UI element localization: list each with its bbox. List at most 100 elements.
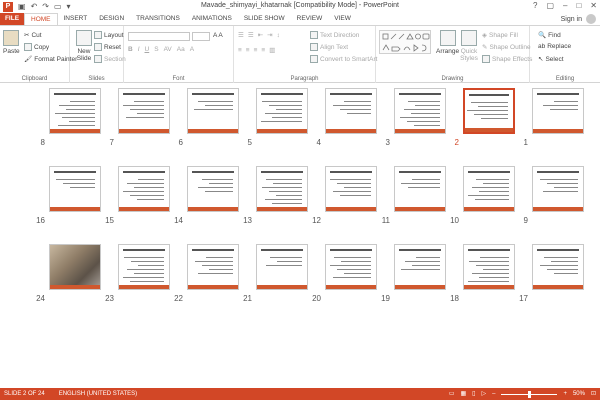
font-name-select[interactable] xyxy=(128,32,190,41)
slide-thumbnail[interactable] xyxy=(532,244,584,290)
quick-styles-button[interactable]: Quick Styles xyxy=(458,30,480,62)
line-spacing-icon[interactable]: ↕ xyxy=(277,32,280,39)
slide-thumbnail[interactable] xyxy=(118,244,170,290)
tab-transitions[interactable]: TRANSITIONS xyxy=(130,13,186,25)
slide-title-placeholder xyxy=(192,93,234,95)
align-text-button[interactable]: Align Text xyxy=(310,43,348,51)
proofing-language[interactable]: ENGLISH (UNITED STATES) xyxy=(59,388,137,400)
slide-thumbnail[interactable] xyxy=(187,166,239,212)
slide-text-line xyxy=(333,277,371,278)
italic-icon[interactable]: I xyxy=(138,46,140,53)
slide-thumbnail[interactable] xyxy=(187,88,239,134)
paste-button[interactable]: Paste xyxy=(3,30,20,55)
minimize-icon[interactable]: – xyxy=(563,1,567,10)
convert-smartart-button[interactable]: Convert to SmartArt xyxy=(310,55,377,63)
close-icon[interactable]: ✕ xyxy=(590,1,597,10)
char-spacing-icon[interactable]: AV xyxy=(164,46,172,53)
normal-view-icon[interactable]: ▭ xyxy=(449,388,455,400)
new-slide-button[interactable]: New Slide xyxy=(73,30,95,62)
slide-text-line xyxy=(134,101,164,102)
font-color-icon[interactable]: A xyxy=(190,46,194,53)
arrange-button[interactable]: Arrange xyxy=(436,30,459,55)
slide-thumbnail[interactable] xyxy=(256,244,308,290)
reset-button[interactable]: Reset xyxy=(94,43,121,51)
slide-thumbnail[interactable] xyxy=(532,166,584,212)
slide-thumbnail[interactable] xyxy=(256,88,308,134)
shapes-gallery[interactable] xyxy=(379,30,431,54)
columns-icon[interactable]: ▥ xyxy=(269,46,275,54)
zoom-level[interactable]: 50% xyxy=(573,388,585,400)
slide-sorter[interactable]: 1 2 3 4 5 6 7 8 9 10 11 12 13 14 15 16 17 18 19 20 21 22 23 24 xyxy=(0,84,600,388)
shape-fill-button[interactable]: ◈ Shape Fill xyxy=(482,31,518,40)
reset-icon xyxy=(94,43,102,51)
slide-thumbnail[interactable] xyxy=(325,244,377,290)
layout-button[interactable]: Layout xyxy=(94,31,124,39)
slide-thumbnail[interactable] xyxy=(187,244,239,290)
tab-file[interactable]: FILE xyxy=(0,13,24,25)
replace-button[interactable]: ab Replace xyxy=(538,43,571,50)
tab-review[interactable]: REVIEW xyxy=(291,13,329,25)
justify-icon[interactable]: ≡ xyxy=(261,47,265,54)
tab-slide-show[interactable]: SLIDE SHOW xyxy=(238,13,291,25)
slide-thumbnail[interactable] xyxy=(463,244,515,290)
slide-thumbnail[interactable] xyxy=(49,244,101,290)
help-icon[interactable]: ? xyxy=(533,1,537,10)
zoom-out-icon[interactable]: – xyxy=(492,388,495,400)
slide-thumbnail[interactable] xyxy=(118,88,170,134)
slide-text-line xyxy=(547,183,578,184)
zoom-thumb[interactable] xyxy=(527,390,531,398)
tab-insert[interactable]: INSERT xyxy=(58,13,94,25)
slideshow-view-icon[interactable]: ▷ xyxy=(481,388,486,400)
copy-button[interactable]: Copy xyxy=(24,43,49,51)
zoom-in-icon[interactable]: + xyxy=(563,388,567,400)
find-button[interactable]: 🔍 Find xyxy=(538,31,561,40)
slide-text-line xyxy=(198,273,233,274)
text-direction-button[interactable]: Text Direction xyxy=(310,31,359,39)
sign-in[interactable]: Sign in xyxy=(561,14,596,24)
bold-icon[interactable]: B xyxy=(128,46,133,53)
align-center-icon[interactable]: ≡ xyxy=(246,47,250,54)
slide-thumbnail[interactable] xyxy=(325,88,377,134)
increase-indent-icon[interactable]: ⇥ xyxy=(267,31,272,39)
change-case-icon[interactable]: Aa xyxy=(177,46,185,53)
shape-outline-button[interactable]: ✎ Shape Outline xyxy=(482,43,531,52)
slide-thumbnail[interactable] xyxy=(49,88,101,134)
tab-animations[interactable]: ANIMATIONS xyxy=(186,13,238,25)
fit-to-window-icon[interactable]: ⊡ xyxy=(591,388,596,400)
tab-design[interactable]: DESIGN xyxy=(93,13,130,25)
select-button[interactable]: ↖ Select xyxy=(538,55,564,64)
align-left-icon[interactable]: ≡ xyxy=(238,47,242,54)
slide-thumbnail[interactable] xyxy=(463,88,515,134)
slide-footer-bar xyxy=(533,285,583,289)
slide-text-line xyxy=(471,102,508,103)
underline-icon[interactable]: U xyxy=(145,46,150,53)
ribbon-display-icon[interactable]: ▢ xyxy=(546,1,554,10)
tab-home[interactable]: HOME xyxy=(24,13,58,25)
bullets-icon[interactable]: ☰ xyxy=(238,31,244,39)
cut-button[interactable]: ✂ Cut xyxy=(24,31,42,40)
slide-thumbnail[interactable] xyxy=(49,166,101,212)
tab-view[interactable]: VIEW xyxy=(328,13,357,25)
slide-thumbnail[interactable] xyxy=(463,166,515,212)
align-buttons: ≡ ≡ ≡ ≡ ▥ xyxy=(238,46,275,55)
slide-thumbnail[interactable] xyxy=(394,88,446,134)
numbering-icon[interactable]: ☰ xyxy=(248,31,254,39)
slide-thumbnail[interactable] xyxy=(394,166,446,212)
slide-sorter-view-icon[interactable]: ▦ xyxy=(460,388,466,400)
slide-thumbnail[interactable] xyxy=(532,88,584,134)
font-size-select[interactable] xyxy=(192,32,210,41)
reading-view-icon[interactable]: ▯ xyxy=(472,388,475,400)
align-right-icon[interactable]: ≡ xyxy=(254,47,258,54)
decrease-indent-icon[interactable]: ⇤ xyxy=(258,31,263,39)
zoom-slider[interactable] xyxy=(501,390,558,398)
slide-text-line xyxy=(401,183,440,184)
slide-thumbnail[interactable] xyxy=(394,244,446,290)
maximize-icon[interactable]: □ xyxy=(576,1,581,10)
slide-thumbnail[interactable] xyxy=(325,166,377,212)
slide-thumbnail[interactable] xyxy=(256,166,308,212)
shape-effects-button[interactable]: Shape Effects xyxy=(482,55,532,63)
section-button[interactable]: Section xyxy=(94,55,126,63)
grow-shrink-font[interactable]: A A xyxy=(213,32,223,39)
slide-thumbnail[interactable] xyxy=(118,166,170,212)
strikethrough-icon[interactable]: S xyxy=(154,46,158,53)
